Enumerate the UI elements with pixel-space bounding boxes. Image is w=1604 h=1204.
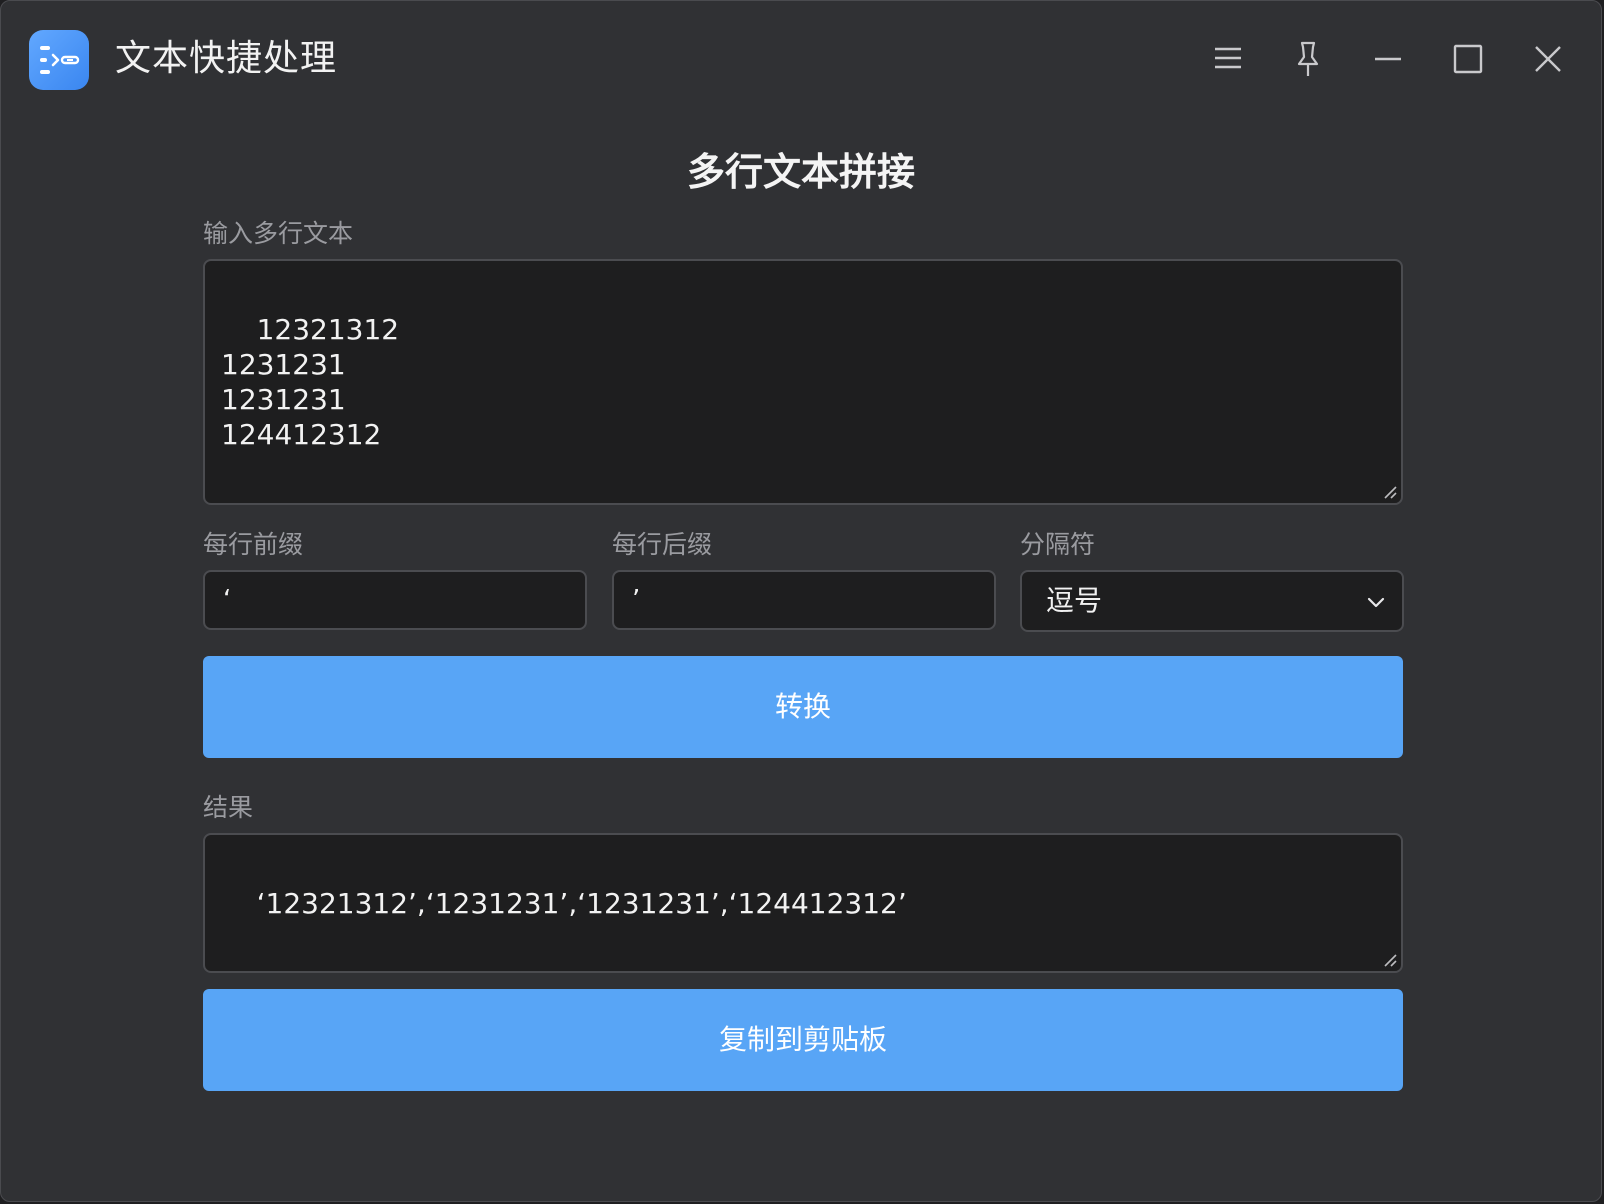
result-textarea[interactable]: ‘12321312’,‘1231231’,‘1231231’,‘12441231… — [203, 833, 1403, 973]
maximize-button[interactable] — [1448, 39, 1488, 79]
text-merge-app-icon — [29, 30, 89, 90]
menu-button[interactable] — [1208, 39, 1248, 79]
hamburger-menu-icon — [1215, 47, 1241, 69]
pin-button[interactable] — [1288, 39, 1328, 79]
prefix-input[interactable]: ‘ — [203, 570, 587, 630]
title-bar[interactable]: 文本快捷处理 — [1, 1, 1601, 119]
convert-button[interactable]: 转换 — [203, 656, 1403, 758]
separator-label: 分隔符 — [1020, 530, 1096, 559]
pin-icon — [1297, 41, 1319, 76]
separator-selected-value: 逗号 — [1046, 584, 1103, 617]
app-title: 文本快捷处理 — [115, 38, 338, 79]
page-title: 多行文本拼接 — [686, 150, 915, 194]
result-text: ‘12321312’,‘1231231’,‘1231231’,‘12441231… — [256, 887, 907, 920]
copy-to-clipboard-button[interactable]: 复制到剪贴板 — [203, 989, 1403, 1091]
multiline-input-text: 12321312 1231231 1231231 124412312 — [221, 313, 400, 451]
multiline-input-textarea[interactable]: 12321312 1231231 1231231 124412312 — [203, 259, 1403, 505]
suffix-value: ’ — [632, 585, 641, 615]
minimize-icon — [1375, 57, 1401, 61]
result-label: 结果 — [203, 793, 254, 822]
prefix-label: 每行前缀 — [203, 530, 304, 559]
maximize-icon — [1453, 44, 1483, 74]
suffix-input[interactable]: ’ — [612, 570, 996, 630]
chevron-down-icon — [1367, 597, 1385, 608]
prefix-value: ‘ — [223, 585, 232, 615]
minimize-button[interactable] — [1368, 39, 1408, 79]
app-window: 文本快捷处理 多行文本拼接 输入多行文本 12321312 1231231 12… — [0, 0, 1602, 1202]
separator-select[interactable]: 逗号 — [1020, 570, 1404, 632]
resize-grip-icon[interactable] — [1382, 484, 1398, 500]
resize-grip-icon[interactable] — [1382, 952, 1398, 968]
input-label: 输入多行文本 — [203, 219, 354, 248]
suffix-label: 每行后缀 — [612, 530, 713, 559]
close-icon — [1535, 46, 1561, 72]
close-button[interactable] — [1528, 39, 1568, 79]
